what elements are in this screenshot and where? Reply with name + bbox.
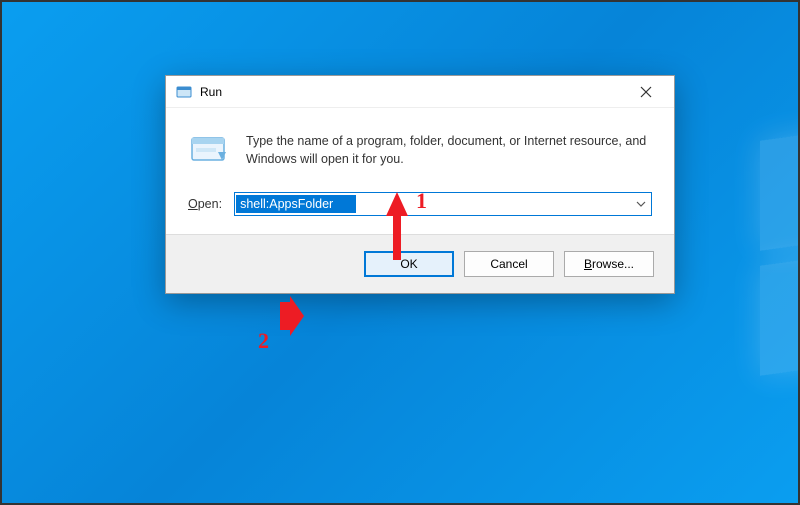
open-input[interactable] [236,195,356,213]
cancel-button[interactable]: Cancel [464,251,554,277]
open-combobox[interactable] [234,192,652,216]
dialog-title: Run [200,85,626,99]
browse-button[interactable]: Browse... [564,251,654,277]
close-icon [640,86,652,98]
dialog-body: Type the name of a program, folder, docu… [166,108,674,234]
annotation-arrow-2 [274,294,308,338]
dialog-description: Type the name of a program, folder, docu… [246,130,652,168]
titlebar: Run [166,76,674,108]
run-dialog-icon [188,130,228,170]
close-button[interactable] [626,77,666,107]
annotation-label-2: 2 [258,328,269,354]
chevron-down-icon[interactable] [631,201,651,207]
run-dialog: Run Type the name of a progr [165,75,675,294]
run-title-icon [176,84,192,100]
desktop-background: Run Type the name of a progr [0,0,800,505]
open-label: Open: [188,197,222,211]
dialog-footer: OK Cancel Browse... [166,234,674,293]
ok-button[interactable]: OK [364,251,454,277]
